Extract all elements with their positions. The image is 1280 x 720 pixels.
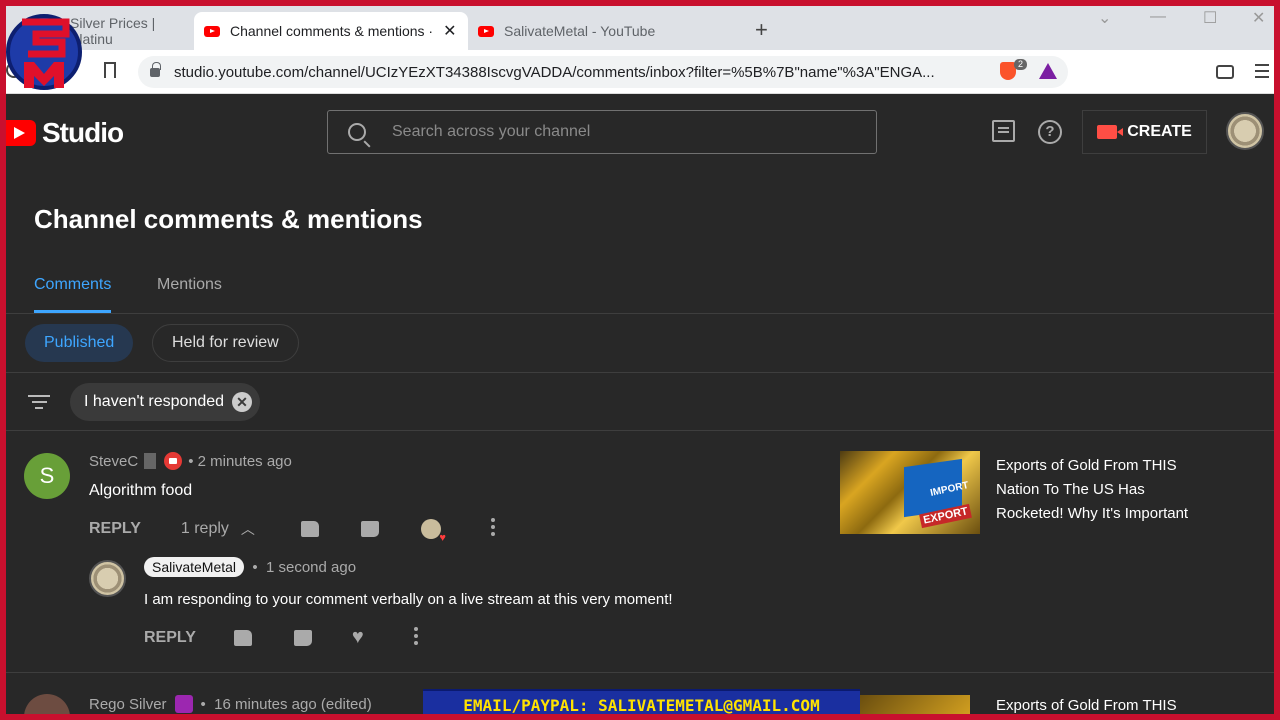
- reply-text: I am responding to your comment verbally…: [144, 591, 673, 608]
- like-icon[interactable]: [300, 520, 319, 537]
- chip-held-for-review[interactable]: Held for review: [152, 324, 299, 362]
- search-icon: [348, 123, 366, 141]
- browser-menu-icon[interactable]: [1255, 64, 1269, 82]
- search-placeholder: Search across your channel: [392, 123, 591, 140]
- comment-time[interactable]: 16 minutes ago (edited): [214, 696, 372, 713]
- filter-chip-label: I haven't responded: [84, 393, 225, 410]
- screen: Silver Prices | Platinu Channel comments…: [0, 0, 1280, 720]
- studio-header: Studio Search across your channel ? CREA…: [0, 94, 1280, 170]
- page-tabs: Comments Mentions: [0, 268, 1280, 314]
- dislike-icon[interactable]: [293, 629, 312, 646]
- rewards-icon[interactable]: [1039, 63, 1057, 79]
- dislike-icon[interactable]: [360, 520, 379, 537]
- close-icon[interactable]: ✕: [443, 21, 456, 41]
- commenter-avatar[interactable]: S: [24, 453, 70, 499]
- lock-icon: [150, 61, 161, 77]
- minimize-icon[interactable]: —: [1150, 8, 1166, 26]
- comment-text: Algorithm food: [89, 482, 193, 499]
- video-thumbnail[interactable]: [860, 695, 970, 720]
- reply-author[interactable]: SalivateMetal: [144, 557, 245, 577]
- comment-meta: SteveC • 2 minutes ago: [89, 452, 292, 470]
- status-chips: Published Held for review: [0, 314, 1280, 373]
- member-badge-icon: [174, 695, 193, 713]
- video-title[interactable]: Exports of Gold From THIS Nation To The …: [996, 454, 1206, 526]
- active-tab-indicator: [34, 310, 111, 313]
- account-avatar[interactable]: [1226, 112, 1264, 150]
- reply-button[interactable]: REPLY: [89, 520, 141, 538]
- tab-label: Silver Prices | Platinu: [70, 15, 156, 47]
- comment-time[interactable]: 2 minutes ago: [198, 453, 292, 470]
- reply-meta: SalivateMetal • 1 second ago: [144, 557, 356, 577]
- url-text: studio.youtube.com/channel/UCIzYEzXT3438…: [174, 63, 935, 81]
- like-icon[interactable]: [233, 629, 252, 646]
- filter-bar: I haven't responded ✕: [0, 373, 1280, 431]
- comment-meta: Rego Silver • 16 minutes ago (edited): [89, 695, 372, 713]
- member-badge-icon: [164, 452, 183, 470]
- new-tab-icon[interactable]: +: [755, 17, 768, 43]
- replies-toggle[interactable]: 1 reply: [181, 520, 229, 538]
- heart-icon[interactable]: ♥: [352, 626, 364, 649]
- separator: •: [200, 695, 215, 713]
- browser-toolbar: studio.youtube.com/channel/UCIzYEzXT3438…: [0, 50, 1280, 94]
- chevron-up-icon[interactable]: ︿: [241, 519, 255, 539]
- tab-label: Channel comments & mentions ·: [230, 23, 434, 39]
- wallet-icon[interactable]: [1216, 65, 1234, 79]
- creator-heart-icon[interactable]: [420, 518, 446, 544]
- studio-wordmark: Studio: [42, 117, 124, 148]
- search-input[interactable]: Search across your channel: [327, 110, 877, 154]
- sm-logo-overlay: [6, 14, 82, 90]
- browser-tab-bar: Silver Prices | Platinu Channel comments…: [0, 0, 1280, 50]
- separator: •: [188, 452, 198, 470]
- comment-actions: REPLY 1 reply ︿: [89, 518, 495, 544]
- tab-mentions[interactable]: Mentions: [157, 276, 222, 294]
- page-title: Channel comments & mentions: [34, 204, 423, 234]
- create-label: CREATE: [1127, 123, 1192, 140]
- filter-chip[interactable]: I haven't responded ✕: [70, 383, 261, 421]
- video-camera-icon: [1097, 125, 1124, 139]
- more-options-icon[interactable]: [490, 518, 495, 539]
- reply-button[interactable]: REPLY: [144, 629, 196, 647]
- email-banner: EMAIL/PAYPAL: SALIVATEMETAL@GMAIL.COM: [423, 689, 860, 720]
- separator: •: [244, 558, 266, 576]
- remove-filter-icon[interactable]: ✕: [232, 392, 253, 412]
- tab-label: SalivateMetal - YouTube: [504, 23, 656, 39]
- badge-icon: [144, 453, 157, 469]
- comment-author[interactable]: Rego Silver: [89, 696, 167, 713]
- video-thumbnail[interactable]: IMPORT EXPORT: [840, 451, 980, 534]
- chevron-down-icon[interactable]: ⌄: [1098, 8, 1111, 28]
- chip-published[interactable]: Published: [25, 324, 134, 362]
- divider: [0, 672, 1280, 673]
- reply-time[interactable]: 1 second ago: [266, 559, 356, 576]
- feedback-icon[interactable]: [992, 120, 1015, 142]
- window-close-icon[interactable]: ✕: [1252, 8, 1265, 28]
- bookmark-icon[interactable]: [104, 62, 116, 78]
- maximize-icon[interactable]: ☐: [1203, 8, 1217, 28]
- youtube-icon: [0, 120, 36, 146]
- youtube-icon: [478, 25, 494, 37]
- studio-logo[interactable]: Studio: [0, 117, 124, 149]
- commenter-avatar[interactable]: [24, 694, 70, 720]
- video-title[interactable]: Exports of Gold From THIS: [996, 697, 1177, 714]
- tab-comments[interactable]: Comments: [34, 276, 111, 294]
- more-options-icon[interactable]: [413, 627, 418, 648]
- browser-tab-comments[interactable]: Channel comments & mentions · ✕: [194, 12, 468, 50]
- reply-avatar[interactable]: [89, 560, 126, 597]
- help-icon[interactable]: ?: [1038, 120, 1062, 144]
- reply-actions: REPLY ♥: [144, 626, 418, 649]
- filter-icon[interactable]: [28, 395, 50, 413]
- brave-count-badge: 2: [1014, 59, 1027, 70]
- comment-author[interactable]: SteveC: [89, 453, 138, 470]
- address-bar[interactable]: studio.youtube.com/channel/UCIzYEzXT3438…: [138, 56, 1068, 88]
- youtube-icon: [204, 25, 220, 37]
- browser-tab-salivatemetal[interactable]: SalivateMetal - YouTube: [468, 12, 738, 50]
- create-button[interactable]: CREATE: [1082, 110, 1207, 154]
